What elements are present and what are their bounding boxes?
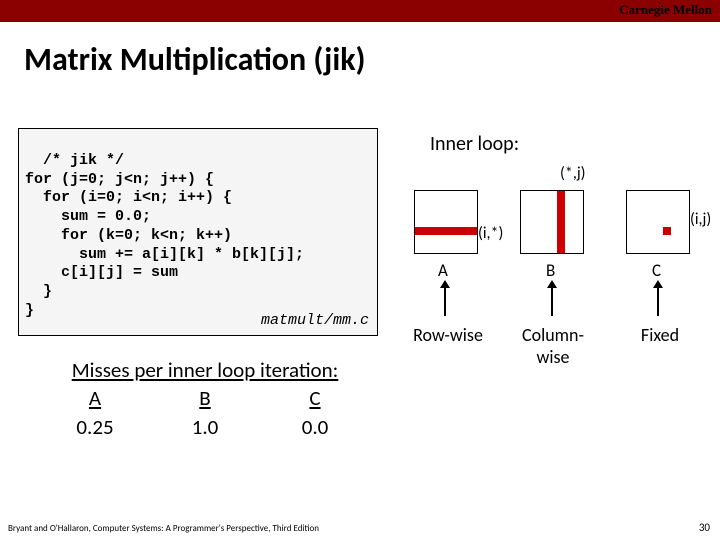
misses-val-c: 0.0 — [260, 413, 370, 441]
inner-loop-label: Inner loop: — [430, 132, 519, 156]
footer-text: Bryant and O'Hallaron, Computer Systems:… — [8, 523, 319, 534]
page-number: 30 — [699, 521, 710, 534]
code-text: /* jik */ for (j=0; j<n; j++) { for (i=0… — [25, 152, 304, 319]
matrix-c-access: Fixed — [620, 324, 700, 346]
misses-col-a: A — [40, 384, 150, 412]
slide-title: Matrix Multiplication (jik) — [24, 40, 366, 79]
misses-heading: Misses per inner loop iteration: — [40, 356, 370, 384]
matrix-a-name: A — [438, 260, 448, 281]
matrix-c-index: (i,j) — [690, 210, 711, 229]
misses-table: Misses per inner loop iteration: A B C 0… — [40, 356, 370, 441]
matrix-b-col-stripe — [557, 191, 565, 253]
matrix-c — [626, 190, 690, 254]
matrix-b-access: Column-wise — [508, 324, 598, 368]
misses-val-a: 0.25 — [40, 413, 150, 441]
arrow-up-icon — [444, 286, 446, 316]
arrow-up-icon — [657, 286, 659, 316]
brand-label: Carnegie Mellon — [619, 2, 712, 18]
matrix-c-name: C — [652, 260, 661, 281]
matrix-a-access: Row-wise — [408, 324, 488, 346]
source-file-label: matmult/mm.c — [261, 312, 369, 331]
matrix-a-index: (i,*) — [478, 224, 503, 243]
misses-col-c: C — [260, 384, 370, 412]
matrix-b — [520, 190, 584, 254]
misses-col-b: B — [150, 384, 260, 412]
arrow-up-icon — [551, 286, 553, 316]
misses-val-b: 1.0 — [150, 413, 260, 441]
matrix-a-row-stripe — [415, 227, 477, 235]
header-bar — [0, 0, 720, 22]
matrix-c-element-dot — [663, 227, 671, 235]
matrix-b-index: (*,j) — [560, 164, 586, 183]
matrix-a — [414, 190, 478, 254]
matrix-b-name: B — [546, 260, 555, 281]
code-block: /* jik */ for (j=0; j<n; j++) { for (i=0… — [18, 128, 378, 336]
